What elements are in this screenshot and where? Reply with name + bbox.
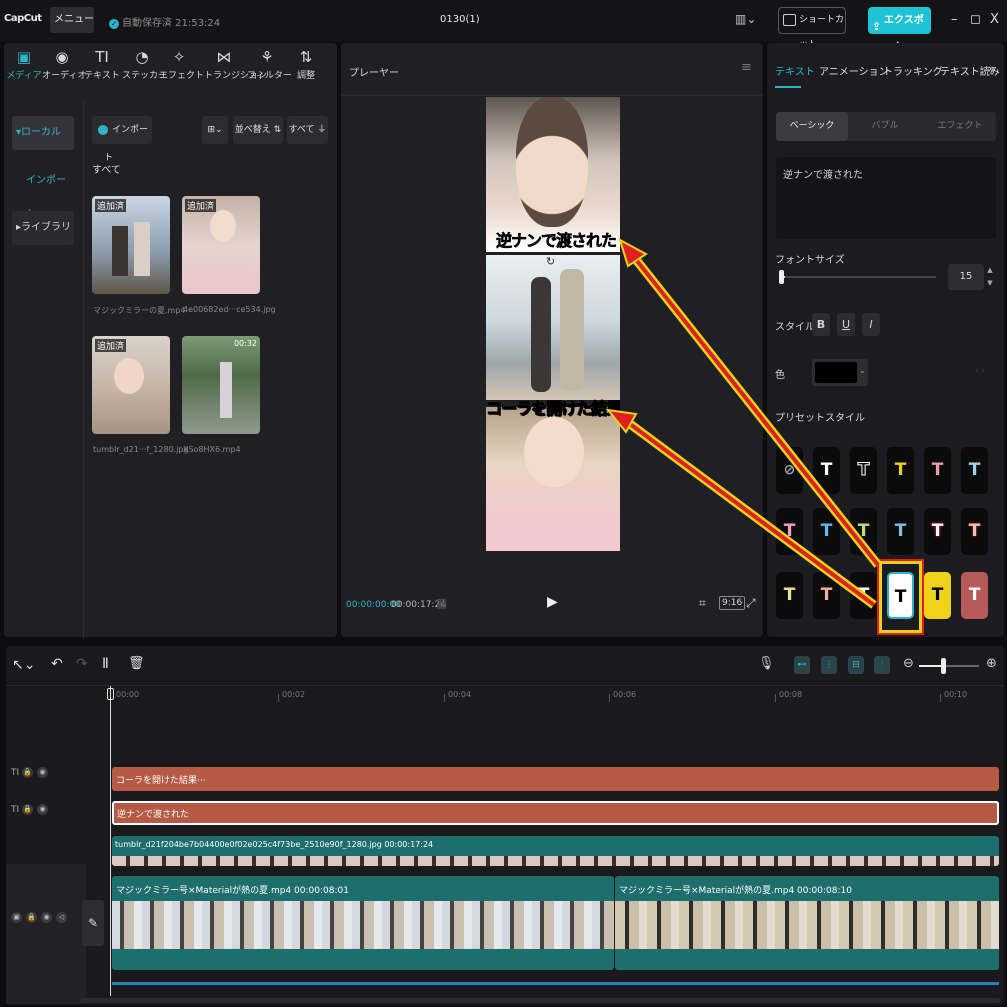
undo-icon[interactable]: ↶: [51, 656, 63, 672]
playhead-handle[interactable]: [107, 688, 114, 700]
text-track-header: TI 🔒 ◉: [11, 804, 52, 815]
ruler-label: 00:02: [282, 690, 306, 699]
zoom-in-icon[interactable]: ⊕: [986, 656, 997, 671]
image-clip[interactable]: tumblr_d21f204be7b04400e0f02e025c4f73be_…: [112, 836, 999, 866]
speaker-icon[interactable]: ◁: [56, 912, 67, 923]
ruler-label: 00:06: [613, 690, 637, 699]
text-track-icon: TI: [11, 805, 23, 815]
ruler-label: 00:00: [116, 690, 140, 699]
link-icon[interactable]: ⊟: [848, 656, 864, 674]
zoom-slider-fill: [919, 665, 943, 667]
ruler-tick: [278, 694, 279, 702]
clip-label: コーラを開けた結果···: [116, 776, 206, 786]
select-tool-icon[interactable]: ↖⌄: [12, 657, 35, 673]
redo-icon[interactable]: ↷: [76, 656, 88, 672]
ruler-label: 00:08: [779, 690, 803, 699]
video-clip-2[interactable]: マジックミラー号×Materialが熱の夏.mp4 00:00:08:10: [615, 876, 999, 970]
cover-icon[interactable]: ▣: [11, 912, 22, 923]
timeline-toolbar: ↖⌄ ↶ ↷ Ⅱ 🗑 🎙 ⊷ ⋮ ⊟ ⫶ ⊖ ⊕: [6, 646, 1004, 686]
clip-label: マジックミラー号×Materialが熱の夏.mp4 00:00:08:10: [619, 886, 852, 896]
edit-cover-icon[interactable]: ✎: [82, 900, 104, 946]
audio-waveform-line: [112, 982, 999, 985]
video-filmstrip: [615, 901, 999, 949]
lock-icon[interactable]: 🔒: [26, 912, 37, 923]
image-filmstrip: [112, 856, 999, 866]
magnet-link-icon[interactable]: ⊷: [794, 656, 810, 674]
text-clip-1[interactable]: コーラを開けた結果···: [112, 767, 999, 791]
ruler-label: 00:10: [944, 690, 968, 699]
horizontal-scrollbar[interactable]: [80, 998, 1000, 1003]
video-filmstrip: [112, 901, 614, 949]
clip-label: マジックミラー号×Materialが熱の夏.mp4 00:00:08:01: [116, 886, 349, 896]
main-track-header: [6, 864, 86, 1004]
split-icon[interactable]: Ⅱ: [102, 656, 109, 672]
clip-label: 逆ナンで渡された: [117, 810, 190, 820]
text-clip-2-selected[interactable]: 逆ナンで渡された: [112, 801, 999, 825]
ruler-tick: [940, 694, 941, 702]
clip-label: tumblr_d21f204be7b04400e0f02e025c4f73be_…: [115, 840, 434, 849]
main-track-controls: ▣ 🔒 ◉ ◁: [11, 912, 71, 923]
lock-icon[interactable]: 🔒: [22, 804, 34, 815]
preview-axis-icon[interactable]: ⫶: [874, 656, 890, 674]
ruler-label: 00:04: [448, 690, 472, 699]
eye-icon[interactable]: ◉: [37, 767, 49, 778]
microphone-icon[interactable]: 🎙: [758, 656, 775, 671]
zoom-handle[interactable]: [941, 658, 946, 674]
ruler-tick: [775, 694, 776, 702]
snap-icon[interactable]: ⋮: [821, 656, 837, 674]
video-clip-1[interactable]: マジックミラー号×Materialが熱の夏.mp4 00:00:08:01: [112, 876, 614, 970]
eye-icon[interactable]: ◉: [37, 804, 49, 815]
text-track-header: TI 🔒 ◉: [11, 767, 52, 778]
zoom-out-icon[interactable]: ⊖: [903, 656, 914, 671]
ruler-tick: [444, 694, 445, 702]
lock-icon[interactable]: 🔒: [22, 767, 34, 778]
text-track-icon: TI: [11, 768, 23, 778]
playhead[interactable]: [110, 686, 111, 996]
delete-icon[interactable]: 🗑: [128, 656, 145, 671]
ruler-tick: [609, 694, 610, 702]
eye-icon[interactable]: ◉: [41, 912, 52, 923]
